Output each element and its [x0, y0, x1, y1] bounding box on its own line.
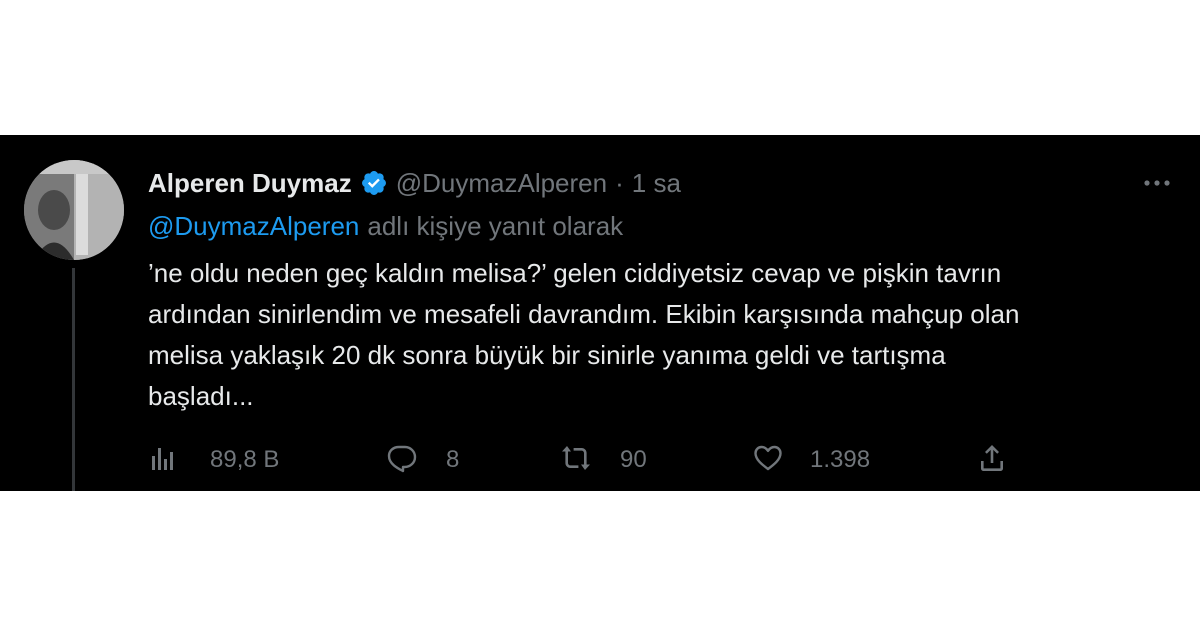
more-options-icon[interactable]	[1140, 170, 1174, 196]
avatar[interactable]	[24, 160, 124, 260]
tweet-text-line: başladı...	[148, 381, 254, 411]
replies-count: 8	[446, 446, 460, 473]
tweet-text-line: melisa yaklaşık 20 dk sonra büyük bir si…	[148, 340, 946, 370]
retweet-button[interactable]: 90	[560, 440, 647, 480]
tweet-text-line: ’ne oldu neden geç kaldın melisa?’ gelen…	[148, 258, 1002, 288]
reply-button[interactable]: 8	[386, 440, 459, 480]
likes-count: 1.398	[810, 446, 871, 473]
like-button[interactable]: 1.398	[752, 440, 870, 480]
verified-badge-icon	[360, 169, 388, 197]
retweets-count: 90	[620, 446, 647, 473]
thread-line	[72, 268, 75, 491]
reply-context-label: adlı kişiye yanıt olarak	[367, 210, 624, 241]
retweet-icon	[560, 442, 592, 479]
separator-dot: ·	[615, 167, 624, 198]
tweet-text: ’ne oldu neden geç kaldın melisa?’ gelen…	[148, 253, 1178, 417]
views-button[interactable]: 89,8 B	[148, 440, 279, 480]
share-button[interactable]	[976, 440, 1008, 480]
tweet-actions: 89,8 B 8 90 1.398	[148, 440, 1048, 480]
tweet-time[interactable]: 1 sa	[632, 168, 681, 199]
reply-context: @DuymazAlperen adlı kişiye yanıt olarak	[148, 208, 623, 244]
tweet-text-line: ardından sinirlendim ve mesafeli davrand…	[148, 299, 1020, 329]
share-icon	[976, 442, 1008, 479]
analytics-icon	[148, 442, 180, 479]
author-handle[interactable]: @DuymazAlperen	[396, 168, 607, 199]
reply-icon	[386, 442, 418, 479]
heart-icon	[752, 442, 784, 479]
views-count: 89,8 B	[210, 446, 280, 473]
tweet-header: Alperen Duymaz @DuymazAlperen · 1 sa	[148, 166, 1148, 200]
reply-to-handle-link[interactable]: @DuymazAlperen	[148, 211, 359, 242]
display-name[interactable]: Alperen Duymaz	[148, 168, 352, 199]
